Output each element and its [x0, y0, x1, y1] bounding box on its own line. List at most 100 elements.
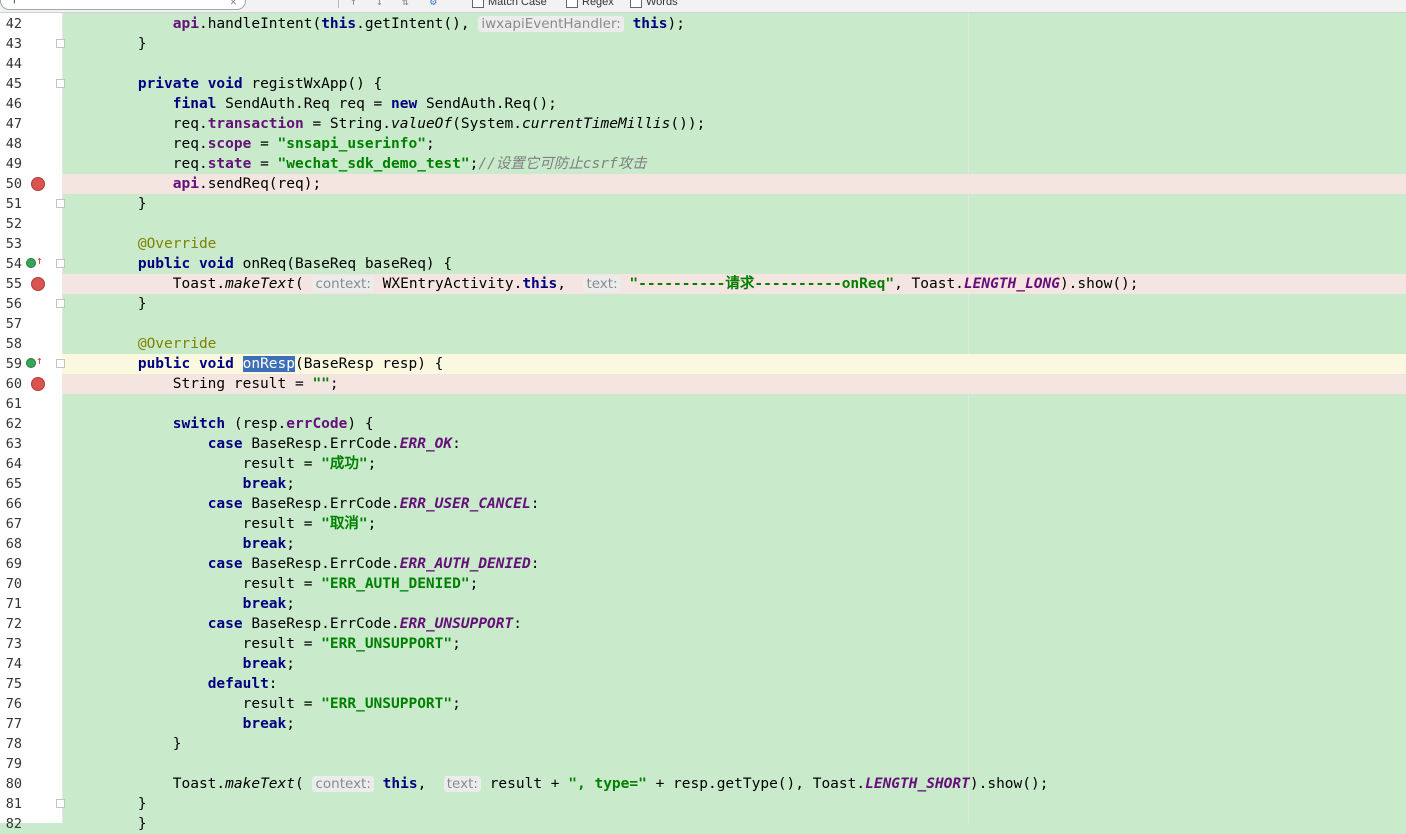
- match-case-label: Match Case: [488, 0, 547, 8]
- code-token: "ERR_UNSUPPORT": [321, 636, 453, 652]
- code-line[interactable]: 57: [0, 314, 1406, 334]
- find-search-input[interactable]: [0, 0, 246, 10]
- line-number: 68: [5, 536, 22, 552]
- code-line[interactable]: 52: [0, 214, 1406, 234]
- code-line[interactable]: 82 }: [0, 814, 1406, 834]
- code-line[interactable]: 53 @Override: [0, 234, 1406, 254]
- code-token: result =: [137, 516, 322, 532]
- code-text: req.transaction = String.valueOf(System.…: [68, 115, 706, 133]
- fold-marker-icon[interactable]: [56, 39, 65, 48]
- next-occurrence-icon[interactable]: ↓: [376, 0, 383, 8]
- code-line[interactable]: 54 ↑ public void onReq(BaseReq baseReq) {: [0, 254, 1406, 274]
- code-line[interactable]: 63 case BaseResp.ErrCode.ERR_OK:: [0, 434, 1406, 454]
- code-line[interactable]: 48 req.scope = "snsapi_userinfo";: [0, 134, 1406, 154]
- fold-marker-icon[interactable]: [56, 359, 65, 368]
- code-text: Toast.makeText( context: this, text: res…: [68, 775, 1048, 793]
- code-line[interactable]: 51 }: [0, 194, 1406, 214]
- code-line[interactable]: 71 break;: [0, 594, 1406, 614]
- fold-marker-icon[interactable]: [56, 199, 65, 208]
- code-line[interactable]: 66 case BaseResp.ErrCode.ERR_USER_CANCEL…: [0, 494, 1406, 514]
- code-token: req.: [137, 116, 208, 132]
- regex-box[interactable]: [566, 0, 578, 8]
- code-token: onResp: [242, 356, 295, 372]
- line-number: 42: [5, 16, 22, 32]
- code-line[interactable]: 47 req.transaction = String.valueOf(Syst…: [0, 114, 1406, 134]
- breakpoint-icon[interactable]: [31, 377, 45, 391]
- code-line[interactable]: 77 break;: [0, 714, 1406, 734]
- find-all-icon[interactable]: ⇅: [402, 0, 409, 8]
- line-number: 54: [5, 256, 22, 272]
- code-line[interactable]: 70 result = "ERR_AUTH_DENIED";: [0, 574, 1406, 594]
- override-method-icon[interactable]: [26, 358, 36, 368]
- line-highlight: [62, 234, 1406, 254]
- code-token: "ERR_UNSUPPORT": [321, 696, 453, 712]
- words-label: Words: [646, 0, 678, 8]
- code-token: ERR_UNSUPPORT: [399, 616, 514, 632]
- code-line[interactable]: 59 ↑ public void onResp(BaseResp resp) {: [0, 354, 1406, 374]
- code-line[interactable]: 65 break;: [0, 474, 1406, 494]
- regex-checkbox[interactable]: Regex: [566, 0, 614, 8]
- line-number: 51: [5, 196, 22, 212]
- fold-marker-icon[interactable]: [56, 299, 65, 308]
- fold-marker-icon[interactable]: [56, 799, 65, 808]
- override-method-icon[interactable]: [26, 258, 36, 268]
- code-line[interactable]: 80 Toast.makeText( context: this, text: …: [0, 774, 1406, 794]
- code-line[interactable]: 46 final SendAuth.Req req = new SendAuth…: [0, 94, 1406, 114]
- fold-marker-icon[interactable]: [56, 259, 65, 268]
- code-line[interactable]: 44: [0, 54, 1406, 74]
- code-line[interactable]: 64 result = "成功";: [0, 454, 1406, 474]
- match-case-box[interactable]: [472, 0, 484, 8]
- code-line[interactable]: 68 break;: [0, 534, 1406, 554]
- code-line[interactable]: 76 result = "ERR_UNSUPPORT";: [0, 694, 1406, 714]
- code-editor[interactable]: 42 api.handleIntent(this.getIntent(), iw…: [0, 12, 1406, 832]
- code-token: =: [251, 156, 278, 172]
- fold-marker-icon[interactable]: [56, 79, 65, 88]
- code-line[interactable]: 67 result = "取消";: [0, 514, 1406, 534]
- filter-icon[interactable]: ⚙: [430, 0, 437, 8]
- match-case-checkbox[interactable]: Match Case: [472, 0, 547, 8]
- breakpoint-icon[interactable]: [31, 177, 45, 191]
- code-line[interactable]: 61: [0, 394, 1406, 414]
- code-line[interactable]: 78 }: [0, 734, 1406, 754]
- line-number: 77: [5, 716, 22, 732]
- code-text: result = "ERR_AUTH_DENIED";: [68, 575, 479, 593]
- previous-occurrence-icon[interactable]: ↑: [350, 0, 357, 8]
- code-line[interactable]: 56 }: [0, 294, 1406, 314]
- code-line[interactable]: 75 default:: [0, 674, 1406, 694]
- line-number: 65: [5, 476, 22, 492]
- code-line[interactable]: 58 @Override: [0, 334, 1406, 354]
- code-line[interactable]: 50 api.sendReq(req);: [0, 174, 1406, 194]
- code-line[interactable]: 60 String result = "";: [0, 374, 1406, 394]
- code-token: :: [530, 496, 540, 512]
- code-text: @Override: [68, 235, 217, 253]
- line-number: 57: [5, 316, 22, 332]
- code-line[interactable]: 79: [0, 754, 1406, 774]
- words-box[interactable]: [630, 0, 642, 8]
- code-token: SendAuth.Req();: [425, 96, 557, 112]
- code-line[interactable]: 81 }: [0, 794, 1406, 814]
- code-line[interactable]: 72 case BaseResp.ErrCode.ERR_UNSUPPORT:: [0, 614, 1406, 634]
- code-line[interactable]: 45 private void registWxApp() {: [0, 74, 1406, 94]
- line-number: 44: [5, 56, 22, 72]
- line-number: 58: [5, 336, 22, 352]
- code-line[interactable]: 69 case BaseResp.ErrCode.ERR_AUTH_DENIED…: [0, 554, 1406, 574]
- breakpoint-icon[interactable]: [31, 277, 45, 291]
- line-number: 66: [5, 496, 22, 512]
- line-highlight: [62, 294, 1406, 314]
- code-line[interactable]: 49 req.state = "wechat_sdk_demo_test";//…: [0, 154, 1406, 174]
- code-token: "取消": [321, 516, 368, 532]
- code-line[interactable]: 74 break;: [0, 654, 1406, 674]
- line-number: 76: [5, 696, 22, 712]
- words-checkbox[interactable]: Words: [630, 0, 678, 8]
- code-token: (: [295, 776, 313, 792]
- toolbar-divider: [338, 0, 339, 8]
- clear-search-icon[interactable]: ✕: [230, 0, 237, 8]
- code-line[interactable]: 55 Toast.makeText( context: WXEntryActiv…: [0, 274, 1406, 294]
- code-line[interactable]: 73 result = "ERR_UNSUPPORT";: [0, 634, 1406, 654]
- code-line[interactable]: 42 api.handleIntent(this.getIntent(), iw…: [0, 14, 1406, 34]
- code-line[interactable]: 62 switch (resp.errCode) {: [0, 414, 1406, 434]
- code-line[interactable]: 43 }: [0, 34, 1406, 54]
- code-token: ;: [286, 656, 295, 672]
